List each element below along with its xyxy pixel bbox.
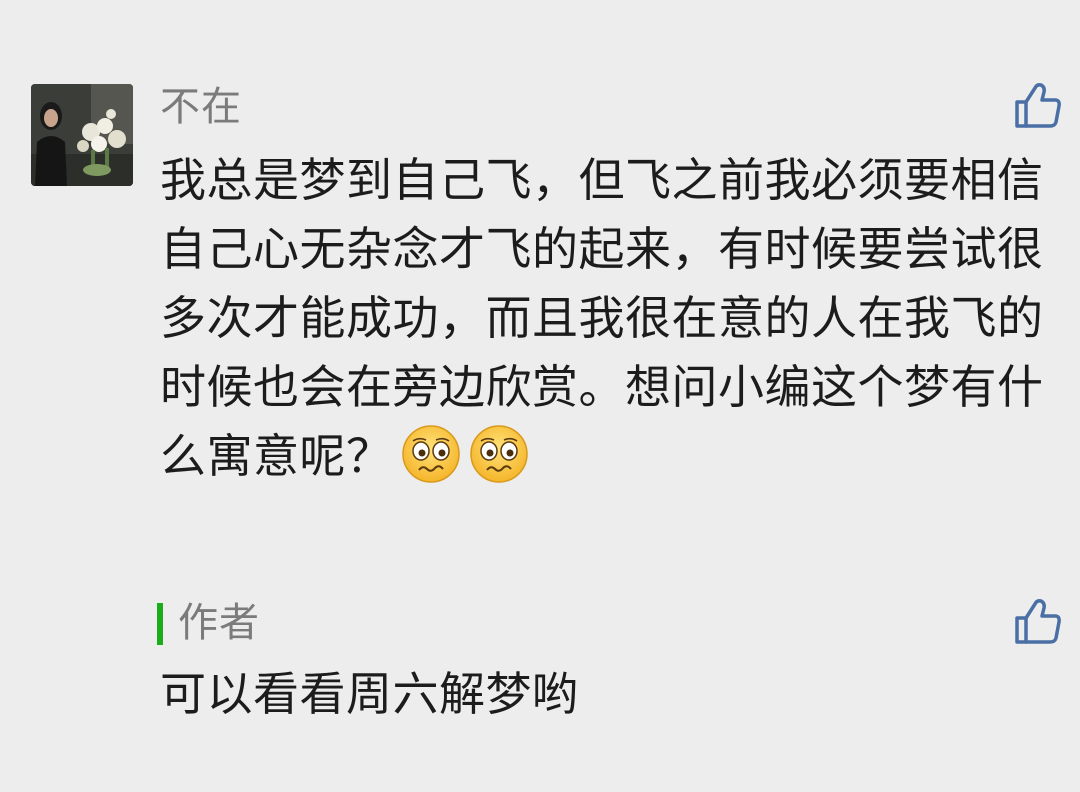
avatar[interactable] <box>31 84 133 186</box>
like-icon[interactable] <box>1013 80 1063 130</box>
comment-text: 我总是梦到自己飞，但飞之前我必须要相信自己心无杂念才飞的起来，有时候要尝试很多次… <box>160 146 1065 491</box>
like-icon[interactable] <box>1013 596 1063 646</box>
pleading-face-icon <box>469 424 529 484</box>
pleading-face-icon <box>401 424 461 484</box>
avatar-photo <box>31 84 133 186</box>
comment-nickname[interactable]: 不在 <box>160 82 242 132</box>
author-accent-bar <box>157 603 163 645</box>
author-label: 作者 <box>178 600 260 646</box>
thumbs-up-icon <box>1015 599 1061 644</box>
reply-text: 可以看看周六解梦哟 <box>160 667 579 721</box>
comment-body: 我总是梦到自己飞，但飞之前我必须要相信自己心无杂念才飞的起来，有时候要尝试很多次… <box>160 153 1044 483</box>
thumbs-up-icon <box>1015 83 1061 128</box>
